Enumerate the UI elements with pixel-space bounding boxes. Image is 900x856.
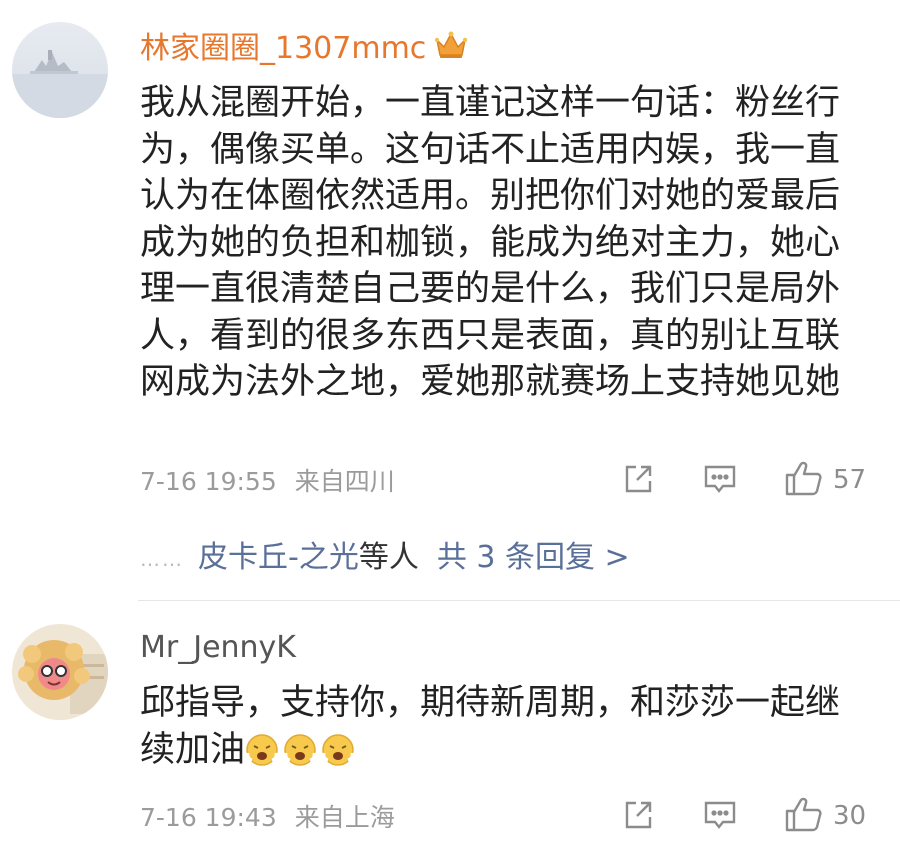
comment-icon bbox=[703, 799, 737, 835]
comment-time: 7-16 19:43 bbox=[140, 803, 277, 832]
emoji-icon bbox=[283, 733, 317, 780]
reply-dots: …… bbox=[140, 546, 184, 571]
emoji-icon bbox=[321, 733, 355, 780]
comment-location: 来自四川 bbox=[294, 467, 395, 496]
share-button[interactable] bbox=[622, 463, 654, 499]
reply-count[interactable]: 共 3 条回复 > bbox=[437, 540, 630, 575]
comment-icon bbox=[703, 463, 737, 499]
comment-meta: 7-16 19:55 来自四川 bbox=[140, 462, 395, 498]
share-icon bbox=[622, 463, 654, 499]
like-icon bbox=[785, 460, 823, 500]
share-icon bbox=[622, 799, 654, 835]
comment-location: 来自上海 bbox=[294, 803, 395, 832]
emoji-icon bbox=[245, 733, 279, 780]
comment-content: 邱指导，支持你，期待新周期，和莎莎一起继续加油 bbox=[140, 680, 860, 779]
like-icon bbox=[785, 796, 823, 836]
like-count: 57 bbox=[833, 465, 867, 495]
comment-meta: 7-16 19:43 来自上海 bbox=[140, 798, 395, 834]
username[interactable]: Mr_JennyK bbox=[140, 630, 296, 666]
comment-content: 我从混圈开始，一直谨记这样一句话：粉丝行为，偶像买单。这句话不止适用内娱，我一直… bbox=[140, 83, 841, 402]
reply-summary-link[interactable]: …… 皮卡丘-之光等人共 3 条回复 > bbox=[140, 532, 630, 576]
avatar[interactable] bbox=[12, 624, 108, 720]
like-count: 30 bbox=[833, 801, 867, 831]
crown-badge-icon bbox=[434, 30, 468, 69]
comment-item: Mr_JennyK 邱指导，支持你，期待新周期，和莎莎一起继续加油 7-16 1… bbox=[0, 600, 900, 856]
reply-suffix: 等人 bbox=[358, 540, 419, 575]
comment-item: 林家圈圈_1307mmc 我从混圈开始，一直谨记这样一句话：粉丝行为，偶像买单。… bbox=[0, 0, 900, 600]
username-text[interactable]: 林家圈圈_1307mmc bbox=[140, 31, 426, 66]
like-button[interactable]: 30 bbox=[785, 796, 866, 836]
username[interactable]: 林家圈圈_1307mmc bbox=[140, 30, 468, 69]
reply-user-names[interactable]: 皮卡丘-之光 bbox=[198, 540, 359, 575]
comment-time: 7-16 19:55 bbox=[140, 467, 277, 496]
comment-button[interactable] bbox=[703, 799, 737, 835]
avatar[interactable] bbox=[12, 22, 108, 118]
share-button[interactable] bbox=[622, 799, 654, 835]
like-button[interactable]: 57 bbox=[785, 460, 866, 500]
comment-button[interactable] bbox=[703, 463, 737, 499]
